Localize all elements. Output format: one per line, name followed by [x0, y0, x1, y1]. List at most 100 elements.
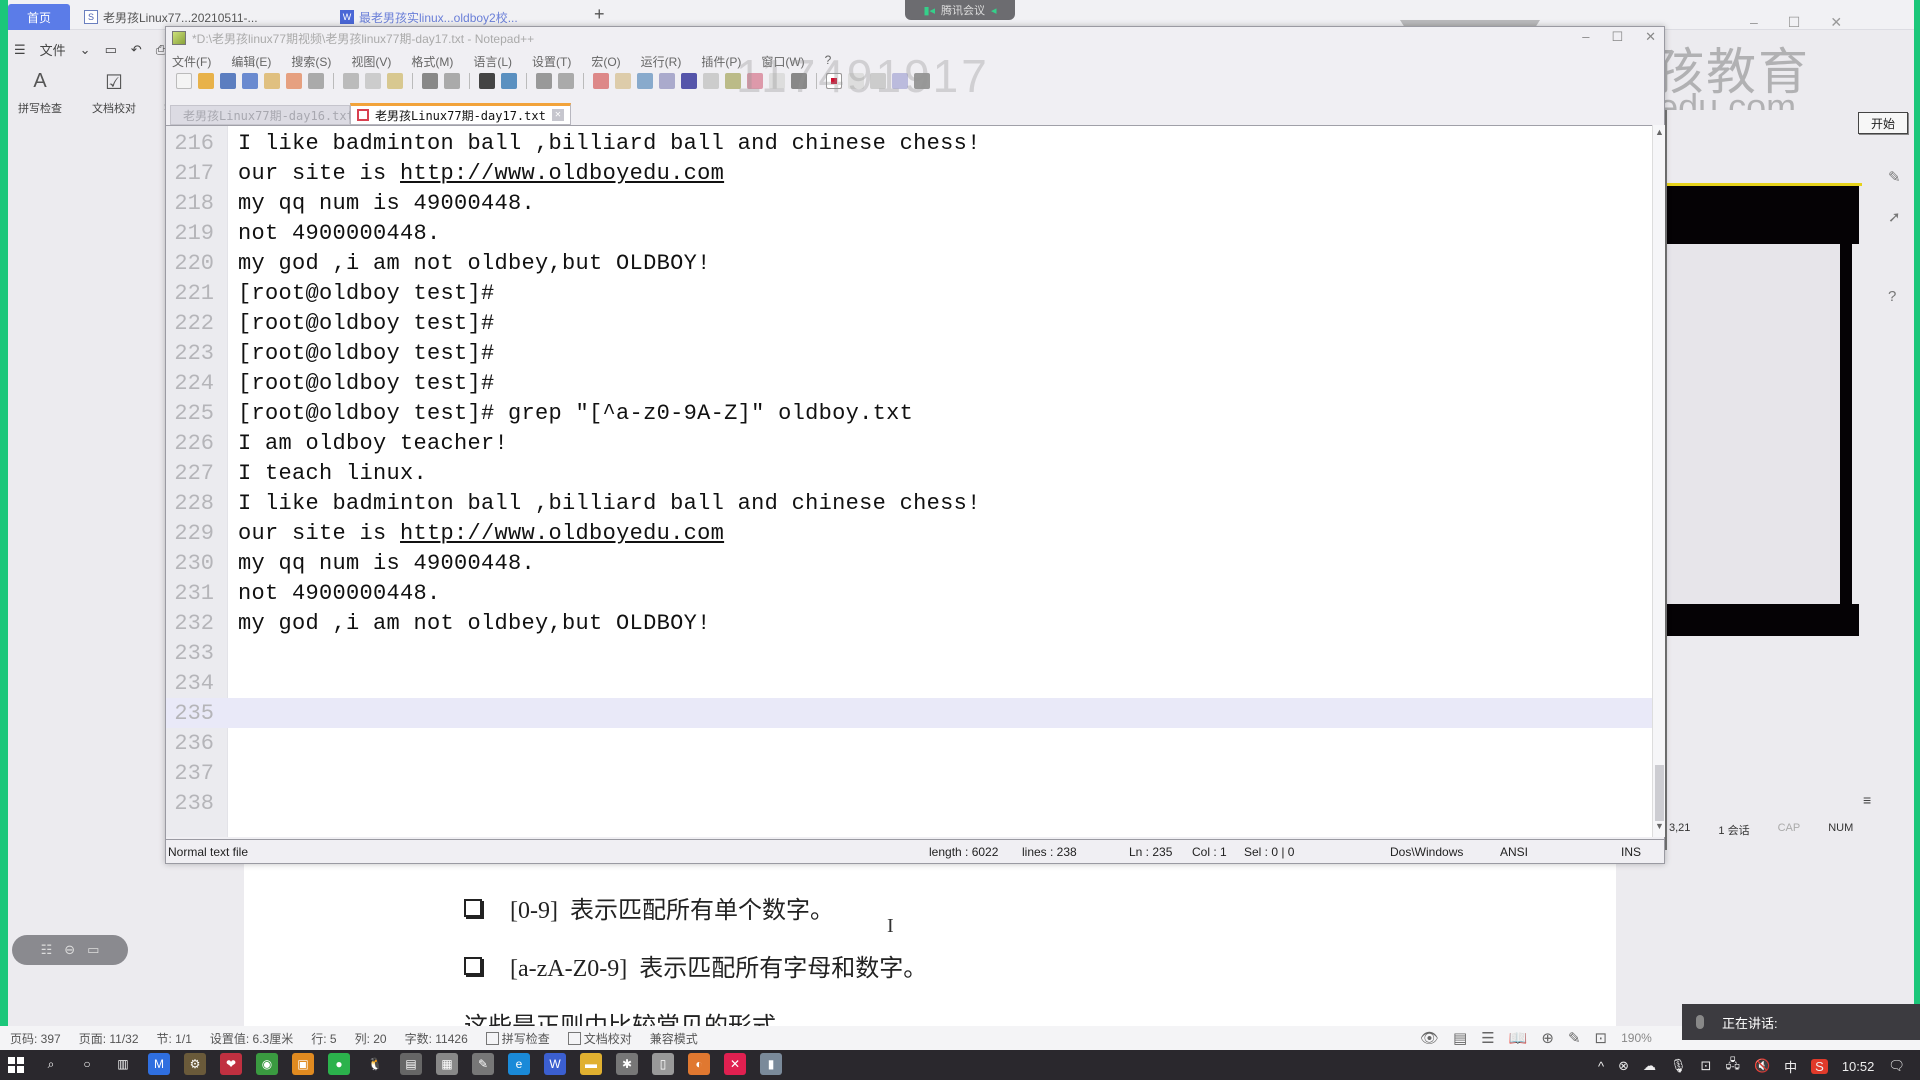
- menu-file[interactable]: 文件(F): [172, 53, 211, 70]
- cortana-icon[interactable]: ○: [76, 1053, 98, 1075]
- print-icon[interactable]: [308, 73, 324, 89]
- hamburger-icon[interactable]: ☰: [14, 42, 26, 58]
- remote-desktop-panel[interactable]: ≡ 3,21 1 会话 CAP NUM: [1665, 110, 1871, 850]
- replace-icon[interactable]: [501, 73, 517, 89]
- app-doc-icon[interactable]: ▦: [436, 1053, 458, 1075]
- cut-icon[interactable]: [343, 73, 359, 89]
- editor-line[interactable]: 233: [166, 638, 1652, 668]
- floating-toolbar[interactable]: ☷ ⊖ ▭: [12, 935, 128, 965]
- doc-map-icon[interactable]: [703, 73, 719, 89]
- display-icon[interactable]: ⊡: [1701, 1058, 1712, 1074]
- editor-line[interactable]: 236: [166, 728, 1652, 758]
- eol-format[interactable]: Dos\Windows: [1390, 845, 1463, 859]
- menu-macro[interactable]: 宏(O): [591, 53, 620, 70]
- url-link[interactable]: http://www.oldboyedu.com: [400, 521, 724, 546]
- app-last-icon[interactable]: ▮: [760, 1053, 782, 1075]
- encoding[interactable]: ANSI: [1500, 845, 1528, 859]
- meeting-bar[interactable]: ▮◂ 腾讯会议 ◂: [905, 0, 1015, 20]
- chrome-icon[interactable]: ◉: [256, 1053, 278, 1075]
- write-view-icon[interactable]: ✎: [1568, 1029, 1581, 1047]
- editor-line[interactable]: 238: [166, 788, 1652, 818]
- vertical-scrollbar[interactable]: ▲ ▼: [1652, 125, 1665, 837]
- app-tray-icon[interactable]: ⊗: [1618, 1058, 1629, 1074]
- sync-vertical-icon[interactable]: [593, 73, 609, 89]
- show-hidden-icon[interactable]: ^: [1598, 1059, 1604, 1074]
- insert-mode[interactable]: INS: [1621, 845, 1641, 859]
- show-all-chars-icon[interactable]: [659, 73, 675, 89]
- clock[interactable]: 10:52: [1842, 1059, 1875, 1074]
- start-button[interactable]: 开始: [1858, 112, 1908, 134]
- edge-icon[interactable]: e: [508, 1053, 530, 1075]
- editor-line[interactable]: 219 not 4900000448.: [166, 218, 1652, 248]
- menu-run[interactable]: 运行(R): [641, 53, 682, 70]
- editor-line[interactable]: 228 I like badminton ball ,billiard ball …: [166, 488, 1652, 518]
- close-icon[interactable]: ✕: [1645, 29, 1656, 45]
- menu-language[interactable]: 语言(L): [473, 53, 512, 70]
- windows-start-icon[interactable]: [8, 1057, 24, 1073]
- explorer-icon[interactable]: ▬: [580, 1053, 602, 1075]
- copy-icon[interactable]: [365, 73, 381, 89]
- cloud-icon[interactable]: ☁: [1643, 1058, 1656, 1074]
- close-all-icon[interactable]: [286, 73, 302, 89]
- microphone-icon[interactable]: 🎙: [1670, 1058, 1687, 1074]
- maximize-icon[interactable]: ☐: [1788, 14, 1801, 31]
- menu-edit[interactable]: 编辑(E): [231, 53, 271, 70]
- sogou-icon[interactable]: S: [1811, 1058, 1828, 1074]
- editor-line[interactable]: 216 I like badminton ball ,billiard ball …: [166, 128, 1652, 158]
- app-red-icon[interactable]: ❤: [220, 1053, 242, 1075]
- minimize-icon[interactable]: –: [1750, 14, 1758, 31]
- redo-icon[interactable]: [444, 73, 460, 89]
- editor-line[interactable]: 229 our site is http://www.oldboyedu.com: [166, 518, 1652, 548]
- menu-settings[interactable]: 设置(T): [532, 53, 571, 70]
- open-file-icon[interactable]: [198, 73, 214, 89]
- editor-line[interactable]: 230 my qq num is 49000448.: [166, 548, 1652, 578]
- maximize-icon[interactable]: ☐: [1611, 29, 1623, 45]
- network-icon[interactable]: 🖧: [1725, 1055, 1740, 1077]
- app-bee-icon[interactable]: ✱: [616, 1053, 638, 1075]
- menu-view[interactable]: 视图(V): [351, 53, 391, 70]
- remote-screen[interactable]: [1667, 244, 1852, 604]
- wps-document-page[interactable]: [0-9] 表示匹配所有单个数字。 [a-zA-Z0-9] 表示匹配所有字母和数…: [244, 860, 1616, 1030]
- save-all-icon[interactable]: [242, 73, 258, 89]
- xmind-icon[interactable]: ✕: [724, 1053, 746, 1075]
- notification-icon[interactable]: 🗨: [1888, 1058, 1905, 1074]
- scroll-down-icon[interactable]: ▼: [1653, 821, 1666, 835]
- editor-line[interactable]: 224 [root@oldboy test]#: [166, 368, 1652, 398]
- spellcheck-toggle[interactable]: 拼写检查: [485, 1030, 550, 1047]
- proofread-toggle[interactable]: 文档校对: [567, 1030, 632, 1047]
- editor-line[interactable]: 232 my god ,i am not oldbey,but OLDBOY!: [166, 608, 1652, 638]
- editor-line[interactable]: 221 [root@oldboy test]#: [166, 278, 1652, 308]
- editor-line[interactable]: 226 I am oldboy teacher!: [166, 428, 1652, 458]
- editor-line[interactable]: 231 not 4900000448.: [166, 578, 1652, 608]
- new-file-icon[interactable]: [176, 73, 192, 89]
- word-icon[interactable]: W: [544, 1053, 566, 1075]
- wps-file-menu[interactable]: 文件: [40, 40, 66, 59]
- editor-line[interactable]: 234: [166, 668, 1652, 698]
- menu-icon[interactable]: ≡: [1863, 792, 1871, 808]
- eye-protect-icon[interactable]: 👁: [1420, 1029, 1439, 1047]
- text-editor[interactable]: 216 I like badminton ball ,billiard ball …: [166, 125, 1652, 837]
- scroll-up-icon[interactable]: ▲: [1653, 127, 1666, 141]
- open-icon[interactable]: ▭: [105, 42, 117, 58]
- wps-tab-document[interactable]: S 老男孩Linux77...20210511-...: [84, 6, 258, 28]
- editor-line[interactable]: 235: [166, 698, 1652, 728]
- pointer-icon[interactable]: ➚: [1888, 208, 1901, 226]
- ime-icon[interactable]: 中: [1784, 1057, 1797, 1076]
- editor-line[interactable]: 223 [root@oldboy test]#: [166, 338, 1652, 368]
- editor-line[interactable]: 218 my qq num is 49000448.: [166, 188, 1652, 218]
- search-icon[interactable]: ⌕: [40, 1053, 62, 1075]
- close-tab-icon[interactable]: ✕: [551, 109, 564, 121]
- menu-search[interactable]: 搜索(S): [291, 53, 331, 70]
- app-tool-icon[interactable]: ⚙: [184, 1053, 206, 1075]
- close-file-icon[interactable]: [264, 73, 280, 89]
- zoom-in-icon[interactable]: [536, 73, 552, 89]
- undo-icon[interactable]: [422, 73, 438, 89]
- zoom-out-icon[interactable]: [558, 73, 574, 89]
- menu-icon[interactable]: ☷: [41, 942, 53, 958]
- editor-line[interactable]: 227 I teach linux.: [166, 458, 1652, 488]
- page-indicator[interactable]: 页面: 11/32: [79, 1030, 139, 1047]
- window-icon[interactable]: ▭: [87, 942, 99, 958]
- read-view-icon[interactable]: 📖: [1509, 1029, 1528, 1047]
- help-icon[interactable]: ?: [1888, 288, 1901, 305]
- editor-line[interactable]: 220 my god ,i am not oldbey,but OLDBOY!: [166, 248, 1652, 278]
